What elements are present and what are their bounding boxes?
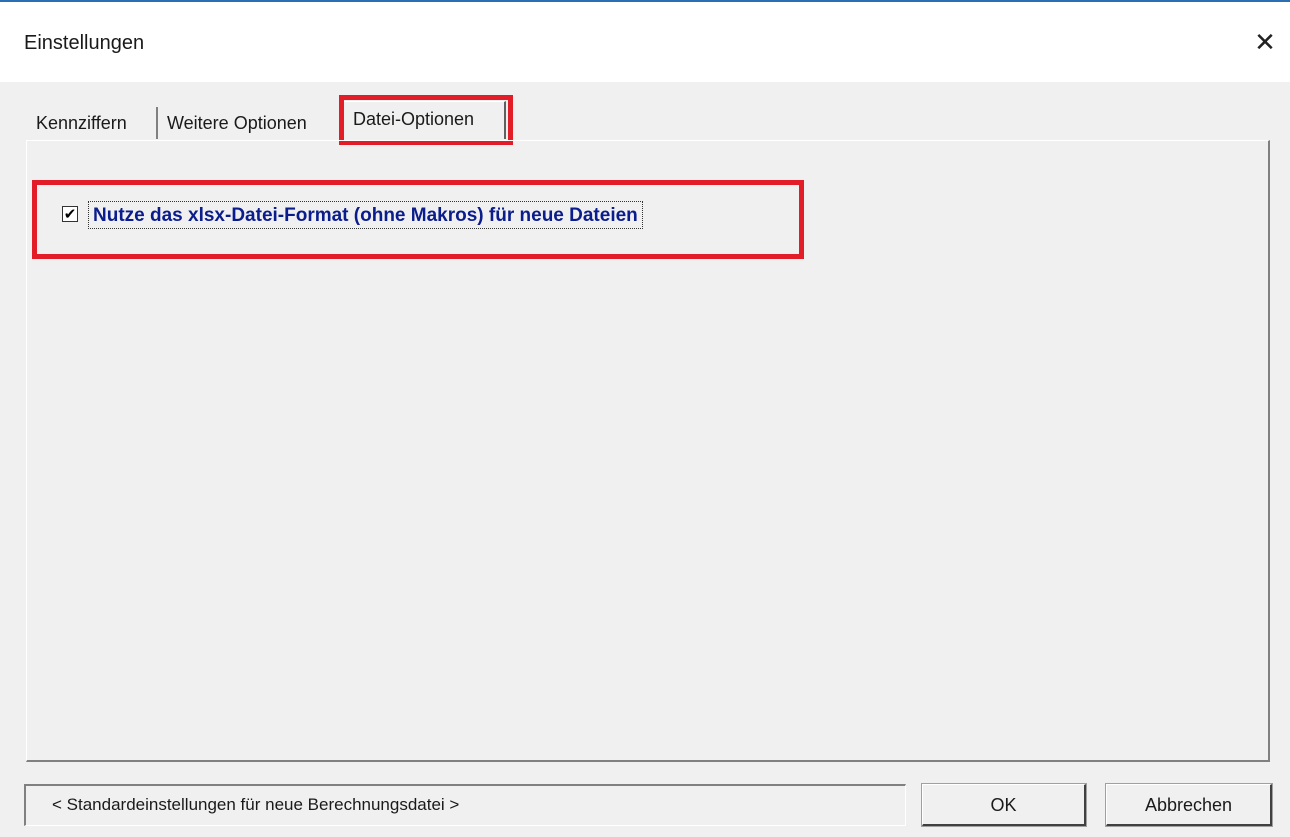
settings-dialog: Einstellungen ✕ Kennziffern Weitere Opti…	[0, 0, 1290, 837]
xlsx-format-checkbox[interactable]: ✔	[62, 206, 78, 222]
close-icon[interactable]: ✕	[1240, 18, 1290, 68]
tab-datei-optionen[interactable]: Datei-Optionen	[342, 101, 506, 139]
dialog-title: Einstellungen	[24, 32, 145, 54]
tab-kennziffern[interactable]: Kennziffern	[30, 107, 158, 139]
tab-panel	[26, 140, 1270, 762]
status-field: < Standardeinstellungen für neue Berechn…	[24, 784, 906, 826]
xlsx-format-label[interactable]: Nutze das xlsx-Datei-Format (ohne Makros…	[88, 201, 643, 229]
ok-button[interactable]: OK	[921, 783, 1087, 827]
tab-weitere-optionen[interactable]: Weitere Optionen	[161, 107, 339, 139]
cancel-button[interactable]: Abbrechen	[1105, 783, 1273, 827]
title-bar: Einstellungen ✕	[0, 2, 1290, 82]
